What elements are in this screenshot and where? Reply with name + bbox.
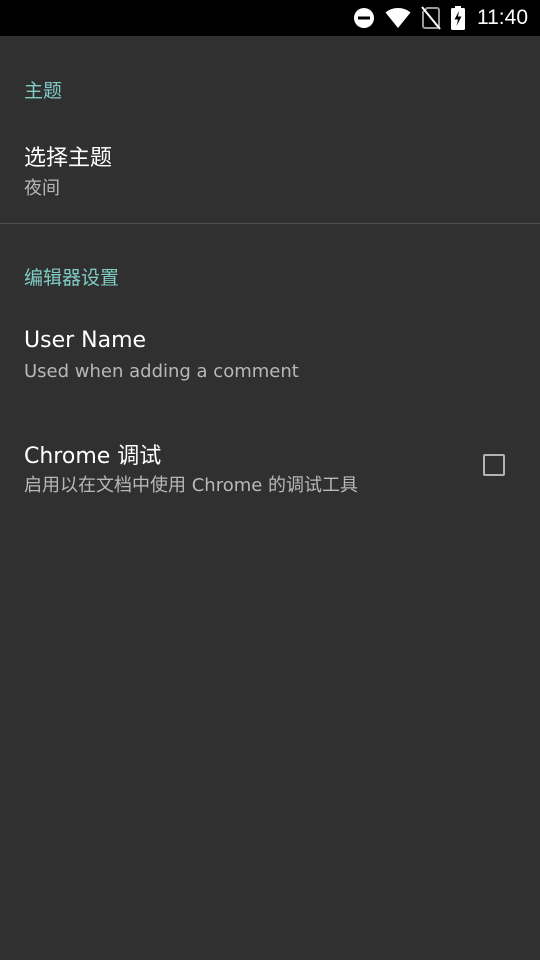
settings-screen: 11:40 主题 选择主题 夜间 编辑器设置 User Name Used wh…: [0, 0, 540, 960]
do-not-disturb-icon: [353, 7, 375, 29]
chrome-debug-checkbox[interactable]: [483, 454, 505, 476]
wifi-icon: [385, 7, 411, 29]
pref-chrome-debug-title: Chrome 调试: [24, 444, 162, 469]
battery-charging-icon: [451, 6, 465, 30]
pref-user-name[interactable]: User Name Used when adding a comment: [0, 312, 540, 412]
section-divider: [0, 223, 540, 224]
pref-user-name-title: User Name: [24, 328, 147, 353]
pref-chrome-debug-summary: 启用以在文档中使用 Chrome 的调试工具: [24, 475, 359, 496]
pref-user-name-summary: Used when adding a comment: [24, 361, 299, 382]
status-icons: 11:40: [353, 0, 528, 36]
section-header-theme: 主题: [24, 80, 63, 102]
status-time: 11:40: [477, 6, 528, 29]
pref-chrome-debug[interactable]: Chrome 调试 启用以在文档中使用 Chrome 的调试工具: [0, 422, 540, 522]
section-header-editor: 编辑器设置: [24, 267, 120, 289]
pref-choose-theme-summary: 夜间: [24, 178, 60, 199]
status-bar: 11:40: [0, 0, 540, 36]
pref-choose-theme[interactable]: 选择主题 夜间: [0, 124, 540, 224]
no-sim-icon: [421, 6, 441, 30]
pref-choose-theme-title: 选择主题: [24, 146, 113, 171]
